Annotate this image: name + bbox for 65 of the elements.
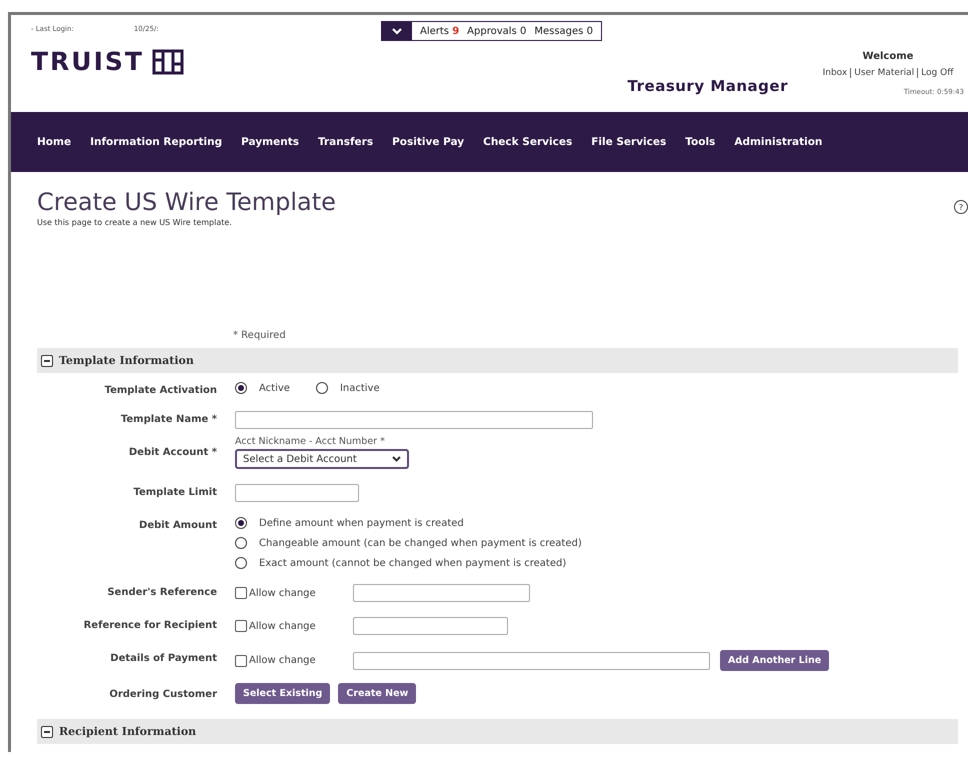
checkbox[interactable]: [235, 654, 247, 666]
field-label: Ordering Customer: [108, 688, 217, 700]
radio-button[interactable]: [235, 517, 247, 529]
action-button[interactable]: Select Existing: [235, 683, 330, 704]
product-name: Treasury Manager: [628, 77, 788, 97]
nav-item[interactable]: File Services: [591, 136, 666, 148]
add-line-button[interactable]: Add Another Line: [720, 650, 830, 671]
field-label: Sender's Reference: [106, 586, 217, 598]
chevron-icon: [392, 28, 402, 34]
field-label: Reference for Recipient: [82, 619, 217, 631]
action-button[interactable]: Create New: [338, 683, 416, 704]
collapse-icon[interactable]: [41, 354, 53, 366]
header-link[interactable]: User Material: [850, 68, 914, 78]
text-field[interactable]: [353, 584, 530, 602]
notification-link[interactable]: Messages 0: [534, 26, 593, 36]
text-field[interactable]: [353, 652, 710, 670]
radio-label: Active: [259, 382, 290, 394]
debit-account-dropdown[interactable]: Select a Debit Account: [235, 449, 409, 469]
checkbox-label: Allow change: [249, 588, 316, 598]
text-field[interactable]: [235, 484, 359, 502]
nav-item[interactable]: Administration: [734, 136, 822, 148]
page-title: Create US Wire Template: [37, 188, 337, 216]
radio-label: Changeable amount (can be changed when payment is created): [259, 538, 582, 548]
header-link[interactable]: Log Off: [917, 68, 954, 78]
radio-button[interactable]: [235, 557, 247, 569]
nav-item[interactable]: Positive Pay: [392, 136, 464, 148]
notification-link[interactable]: Approvals 0: [467, 26, 526, 36]
text-field[interactable]: [353, 617, 508, 635]
checkbox-label: Allow change: [249, 655, 316, 666]
nav-item[interactable]: Information Reporting: [90, 136, 222, 148]
nav-item[interactable]: Payments: [241, 136, 299, 148]
page-subtitle: Use this page to create a new US Wire template.: [37, 218, 233, 227]
checkbox[interactable]: [235, 587, 247, 599]
field-label: Template Activation: [104, 384, 217, 396]
chevron-icon: [392, 456, 401, 462]
help-icon[interactable]: ?: [954, 200, 968, 214]
nav-item[interactable]: Check Services: [483, 136, 572, 148]
nav-item[interactable]: Home: [37, 136, 72, 148]
logo-icon: [152, 48, 184, 74]
field-label: Template Limit: [132, 486, 217, 498]
radio-button[interactable]: [235, 382, 247, 394]
section-header[interactable]: Recipient Information: [37, 719, 958, 744]
nav-item[interactable]: Transfers: [318, 136, 374, 148]
dropdown-toggle[interactable]: [382, 22, 412, 40]
notification-link[interactable]: Alerts 9: [420, 26, 460, 36]
welcome-text: Welcome: [862, 51, 914, 62]
field-label: Details of Payment: [109, 652, 217, 664]
field-label: Debit Amount: [138, 519, 217, 531]
radio-label: Inactive: [340, 382, 380, 394]
text-field[interactable]: [235, 411, 593, 429]
field-label: Debit Account *: [128, 446, 217, 458]
required-note: * Required: [233, 330, 287, 341]
radio-button[interactable]: [235, 537, 247, 549]
field-caption: Acct Nickname - Acct Number *: [235, 436, 385, 447]
field-label: Template Name *: [120, 413, 217, 425]
header-link[interactable]: Inbox: [822, 68, 848, 78]
nav-item[interactable]: Tools: [685, 136, 716, 148]
checkbox[interactable]: [235, 620, 247, 632]
logo-text: TRUIST: [31, 47, 144, 76]
collapse-icon[interactable]: [41, 726, 53, 738]
radio-label: Exact amount (cannot be changed when payment is created): [259, 558, 566, 568]
checkbox-label: Allow change: [249, 620, 316, 632]
radio-button[interactable]: [316, 382, 328, 394]
radio-label: Define amount when payment is created: [259, 518, 464, 528]
section-header[interactable]: Template Information: [37, 348, 958, 373]
